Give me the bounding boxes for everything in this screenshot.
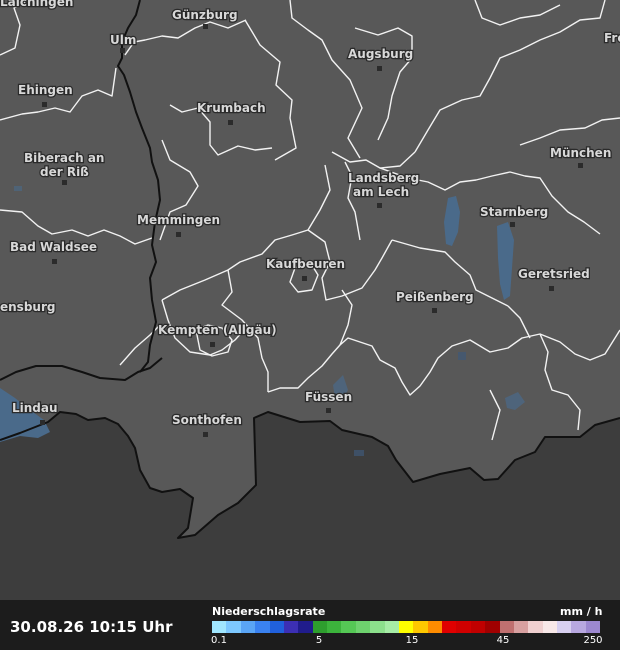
legend-swatch — [212, 621, 227, 633]
city-marker — [120, 48, 125, 53]
city-label-sonthofen: Sonthofen — [172, 413, 242, 427]
city-marker — [228, 120, 233, 125]
city-label-guenzburg: Günzburg — [172, 8, 238, 22]
city-marker — [578, 163, 583, 168]
legend-swatch — [585, 621, 601, 633]
city-label-ehingen: Ehingen — [18, 83, 73, 97]
city-label-lindau: Lindau — [12, 401, 58, 415]
city-label-biberach-line1: Biberach an — [24, 151, 104, 165]
city-label-starnberg: Starnberg — [480, 205, 548, 219]
city-marker — [42, 102, 47, 107]
city-label-freising: Fre — [604, 31, 620, 45]
city-label-geretsried: Geretsried — [518, 267, 590, 281]
legend-swatch — [255, 621, 270, 633]
city-marker — [377, 66, 382, 71]
city-marker — [326, 408, 331, 413]
city-marker — [52, 259, 57, 264]
legend-swatch — [485, 621, 500, 633]
city-marker — [377, 203, 382, 208]
city-label-ulm: Ulm — [110, 33, 136, 47]
legend-swatch — [571, 621, 586, 633]
city-label-memmingen: Memmingen — [137, 213, 220, 227]
legend-swatch — [499, 621, 514, 633]
city-marker — [302, 276, 307, 281]
city-label-augsburg: Augsburg — [348, 47, 413, 61]
city-label-bad-waldsee: Bad Waldsee — [10, 240, 97, 254]
precipitation-map[interactable]: Laichingen Günzburg Ulm Augsburg Ehingen… — [0, 0, 620, 600]
legend-swatch — [470, 621, 486, 633]
legend-swatch — [557, 621, 572, 633]
precip-patch — [14, 186, 22, 191]
legend-swatch — [355, 621, 371, 633]
legend-swatch — [240, 621, 256, 633]
precip-patch — [354, 450, 364, 456]
city-label-krumbach: Krumbach — [197, 101, 266, 115]
city-label-laichingen: Laichingen — [0, 0, 73, 9]
legend-tick: 250 — [583, 635, 603, 646]
legend-swatch — [269, 621, 284, 633]
legend-tick: 15 — [405, 635, 419, 646]
city-marker — [549, 286, 554, 291]
bottom-bar: 30.08.26 10:15 Uhr Niederschlagsrate mm … — [0, 600, 620, 650]
city-marker — [510, 222, 515, 227]
legend-title: Niederschlagsrate — [212, 605, 326, 618]
legend-tick: 45 — [496, 635, 510, 646]
city-marker — [432, 308, 437, 313]
legend-tick: 0.1 — [211, 635, 227, 646]
timestamp: 30.08.26 10:15 Uhr — [10, 618, 173, 636]
legend-tick: 5 — [315, 635, 323, 646]
legend-swatch — [341, 621, 356, 633]
legend-swatch — [413, 621, 428, 633]
legend-swatch — [327, 621, 342, 633]
precip-patch — [458, 352, 466, 360]
city-label-ravensburg: ensburg — [0, 300, 55, 314]
legend-swatch — [312, 621, 327, 633]
city-label-kempten: Kempten (Allgäu) — [158, 323, 277, 337]
city-marker — [210, 342, 215, 347]
legend-swatch — [427, 621, 442, 633]
legend-swatch — [442, 621, 457, 633]
legend-swatch — [384, 621, 399, 633]
city-label-fuessen: Füssen — [305, 390, 352, 404]
legend-swatch — [398, 621, 414, 633]
legend-swatch — [528, 621, 543, 633]
legend-swatch — [513, 621, 529, 633]
city-label-kaufbeuren: Kaufbeuren — [266, 257, 345, 271]
city-label-landsberg-line2: am Lech — [353, 185, 409, 199]
legend-swatch — [226, 621, 241, 633]
city-marker — [40, 420, 45, 425]
legend-color-scale — [212, 621, 601, 633]
city-marker — [203, 24, 208, 29]
legend-unit: mm / h — [560, 605, 603, 618]
city-marker — [203, 432, 208, 437]
legend-swatch — [370, 621, 385, 633]
legend-swatch — [283, 621, 299, 633]
legend-swatch — [456, 621, 471, 633]
city-label-muenchen: München — [550, 146, 611, 160]
city-marker — [62, 180, 67, 185]
city-label-biberach-line2: der Riß — [40, 165, 89, 179]
legend-swatch — [542, 621, 557, 633]
city-label-landsberg-line1: Landsberg — [348, 171, 419, 185]
city-label-peissenberg: Peißenberg — [396, 290, 474, 304]
legend-swatch — [298, 621, 313, 633]
city-marker — [176, 232, 181, 237]
